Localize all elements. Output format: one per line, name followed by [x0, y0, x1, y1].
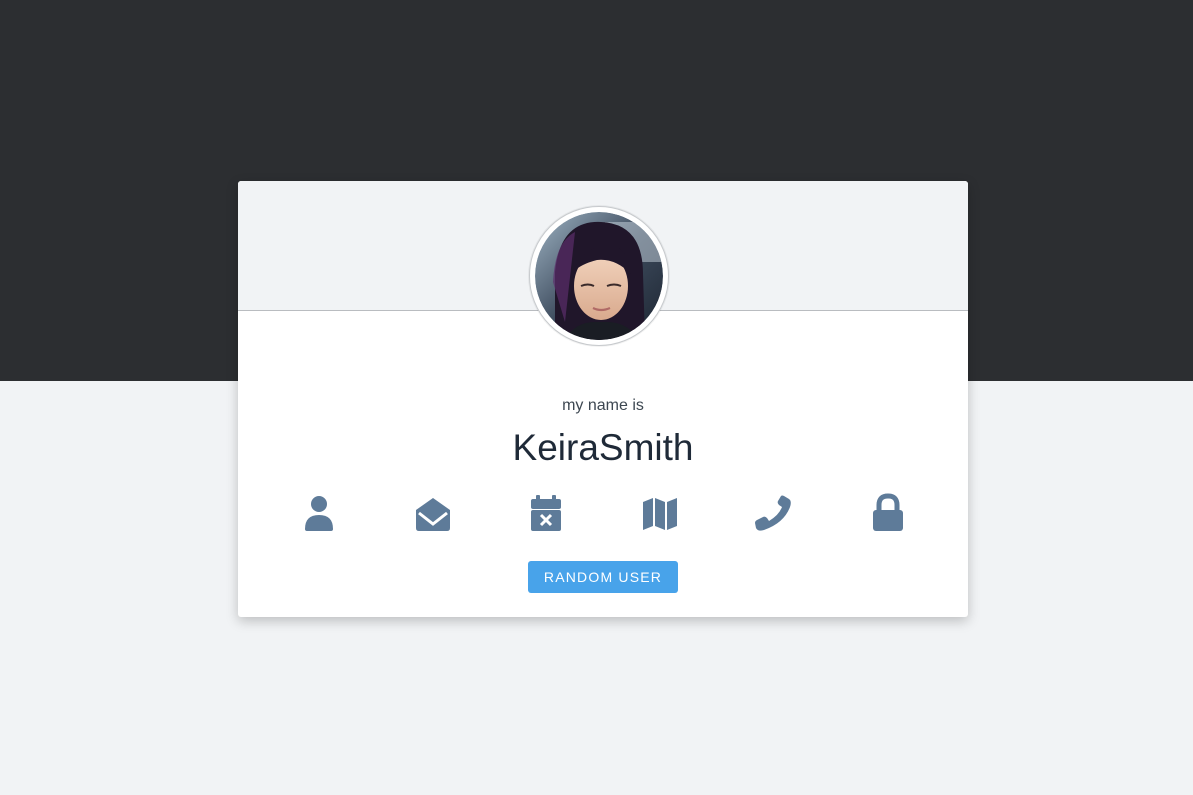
random-user-button[interactable]: RANDOM USER [528, 561, 678, 593]
user-icon[interactable] [299, 493, 339, 533]
info-value: KeiraSmith [512, 427, 694, 468]
user-card: my name is KeiraSmith RANDOM USER [238, 181, 968, 617]
calendar-times-icon[interactable] [526, 493, 566, 533]
phone-icon[interactable] [754, 493, 794, 533]
page: my name is KeiraSmith RANDOM USER [0, 0, 1193, 795]
envelope-open-icon[interactable] [413, 493, 453, 533]
avatar [529, 206, 669, 346]
lock-icon[interactable] [868, 493, 908, 533]
avatar-photo [535, 212, 663, 340]
map-icon[interactable] [640, 493, 680, 533]
info-label: my name is [562, 397, 644, 414]
info-icon-row [238, 493, 968, 533]
